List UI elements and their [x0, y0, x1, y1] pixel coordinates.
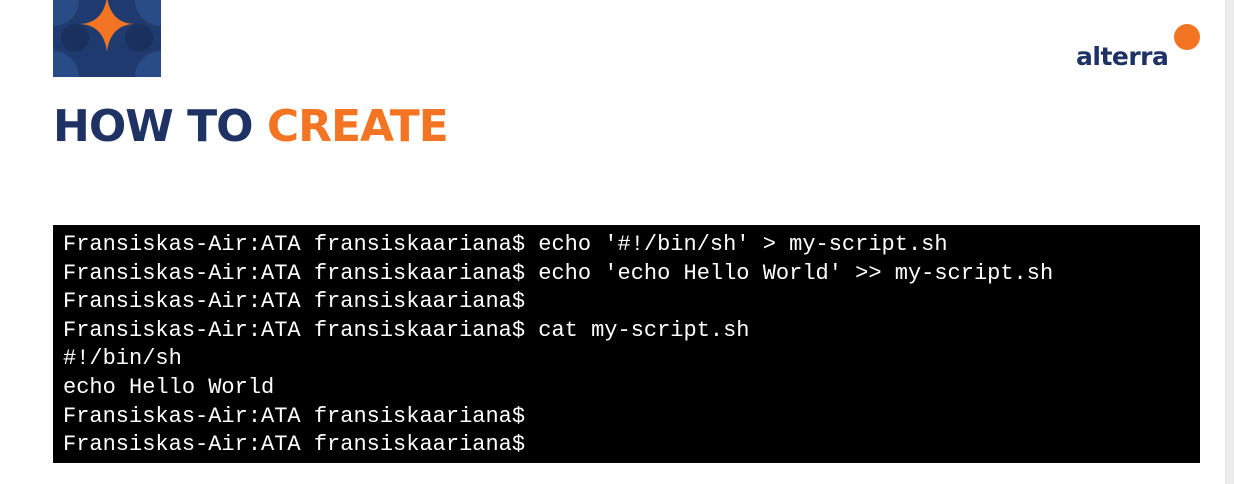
title-word-create: CREATE	[266, 101, 449, 152]
terminal-window: Fransiskas-Air:ATA fransiskaariana$ echo…	[53, 225, 1200, 463]
terminal-line: Fransiskas-Air:ATA fransiskaariana$ echo…	[63, 260, 1054, 286]
terminal-line: Fransiskas-Air:ATA fransiskaariana$	[63, 289, 526, 315]
alterra-logo-dot	[1174, 24, 1200, 50]
alterra-logo-text: alterra	[1076, 42, 1169, 71]
terminal-line: Fransiskas-Air:ATA fransiskaariana$ echo…	[63, 232, 948, 257]
terminal-line: Fransiskas-Air:ATA fransiskaariana$	[63, 403, 526, 429]
terminal-line: #!/bin/sh	[63, 346, 182, 372]
terminal-line: echo Hello World	[63, 374, 275, 400]
slide: alterra HOW TO CREATE Fransiskas-Air:ATA…	[0, 0, 1225, 484]
star-tile-icon	[53, 0, 161, 77]
title-word-how-to: HOW TO	[53, 101, 253, 152]
page-title: HOW TO CREATE	[53, 100, 449, 154]
terminal-line: Fransiskas-Air:ATA fransiskaariana$	[63, 432, 526, 458]
terminal-line: Fransiskas-Air:ATA fransiskaariana$ cat …	[63, 317, 750, 343]
